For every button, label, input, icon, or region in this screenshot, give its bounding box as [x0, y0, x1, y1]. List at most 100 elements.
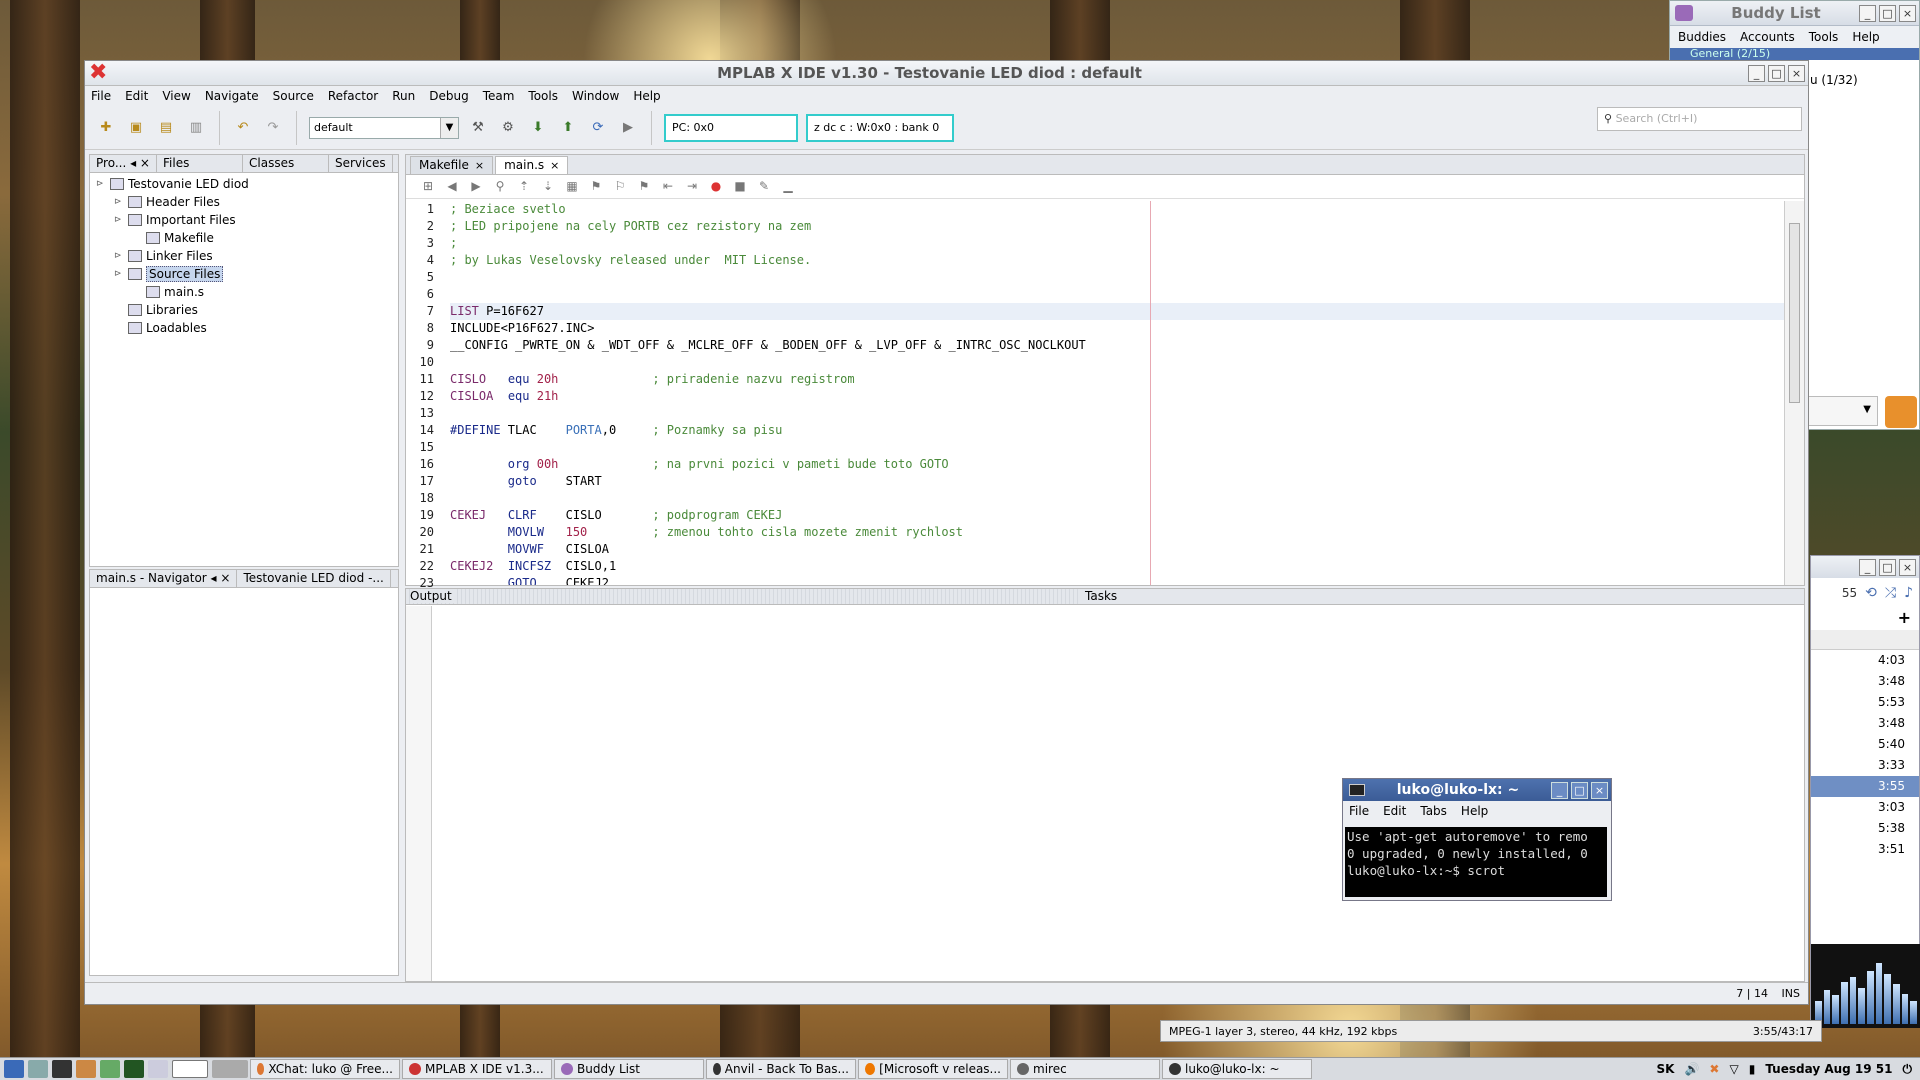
menu-view[interactable]: View	[162, 89, 190, 103]
close-button[interactable]: ×	[1591, 781, 1608, 799]
menu-source[interactable]: Source	[273, 89, 314, 103]
scrollbar-thumb[interactable]	[1789, 223, 1800, 403]
menu-file[interactable]: File	[91, 89, 111, 103]
tab-navigator[interactable]: main.s - Navigator ◂ ×	[90, 570, 238, 587]
close-button[interactable]: ×	[1899, 4, 1916, 22]
playlist-row[interactable]: 5:38	[1811, 818, 1919, 839]
tree-item[interactable]: main.s	[90, 283, 398, 301]
minimize-button[interactable]: _	[1551, 781, 1568, 799]
taskbar-task[interactable]: XChat: luko @ Free...	[250, 1059, 400, 1079]
menu-run[interactable]: Run	[392, 89, 415, 103]
clock[interactable]: Tuesday Aug 19 51	[1765, 1062, 1892, 1076]
uncomment-icon[interactable]: ▁	[780, 179, 796, 195]
battery-icon[interactable]: ▮	[1749, 1062, 1756, 1076]
repeat-icon[interactable]: ⟲	[1865, 585, 1877, 601]
menu-tools[interactable]: Tools	[1809, 30, 1839, 44]
workspace-1[interactable]	[172, 1060, 208, 1078]
show-desktop-icon[interactable]	[28, 1060, 48, 1078]
shuffle-icon[interactable]: ⤮	[1885, 585, 1896, 601]
editor-scrollbar[interactable]	[1784, 201, 1804, 585]
prev-bookmark-icon[interactable]: ⚑	[588, 179, 604, 195]
playlist-row[interactable]: 3:48	[1811, 713, 1919, 734]
read-device-icon[interactable]: ⬆	[557, 117, 579, 139]
source-history-icon[interactable]: ⊞	[420, 179, 436, 195]
maximize-button[interactable]: □	[1571, 781, 1588, 799]
xchat-tray-icon[interactable]: ✖	[1709, 1062, 1719, 1076]
tab-main-s[interactable]: main.s ×	[495, 156, 569, 174]
tree-item[interactable]: Libraries	[90, 301, 398, 319]
tab-output[interactable]: Output	[406, 589, 1081, 604]
media-launcher-icon[interactable]	[100, 1060, 120, 1078]
shift-right-icon[interactable]: ⇥	[684, 179, 700, 195]
tree-item[interactable]: ⊳ Source Files	[90, 265, 398, 283]
code-line[interactable]: LIST P=16F627	[450, 303, 1784, 320]
code-line[interactable]: ; LED pripojene na cely PORTB cez rezist…	[450, 218, 1784, 235]
redo-icon[interactable]: ↷	[262, 117, 284, 139]
close-tab-icon[interactable]: ×	[475, 159, 484, 172]
find-previous-icon[interactable]: ⇡	[516, 179, 532, 195]
playlist-row[interactable]: 5:40	[1811, 734, 1919, 755]
record-macro-icon[interactable]: ●	[708, 179, 724, 195]
playlist-row[interactable]: 3:03	[1811, 797, 1919, 818]
menu-tabs[interactable]: Tabs	[1420, 804, 1447, 818]
toggle-highlight-icon[interactable]: ▦	[564, 179, 580, 195]
make-program-icon[interactable]: ⬇	[527, 117, 549, 139]
menu-file[interactable]: File	[1349, 804, 1369, 818]
search-input[interactable]: ⚲ Search (Ctrl+I)	[1597, 107, 1802, 131]
file-manager-icon[interactable]	[76, 1060, 96, 1078]
tree-item[interactable]: ⊳ Linker Files	[90, 247, 398, 265]
taskbar-task[interactable]: [Microsoft v releas...	[858, 1059, 1008, 1079]
maximize-button[interactable]: □	[1768, 64, 1785, 82]
code-line[interactable]: CEKEJ2 INCFSZ CISLO,1	[450, 558, 1784, 575]
expand-icon[interactable]: ⊳	[114, 269, 124, 279]
code-line[interactable]: goto START	[450, 473, 1784, 490]
comment-icon[interactable]: ✎	[756, 179, 772, 195]
menu-edit[interactable]: Edit	[125, 89, 148, 103]
tree-item[interactable]: ⊳ Testovanie LED diod	[90, 175, 398, 193]
playlist-row[interactable]: 3:55	[1811, 776, 1919, 797]
taskbar-task[interactable]: Anvil - Back To Bas...	[706, 1059, 856, 1079]
reset-icon[interactable]: ⟳	[587, 117, 609, 139]
terminal-launcher-icon[interactable]	[52, 1060, 72, 1078]
code-line[interactable]: ; by Lukas Veselovsky released under MIT…	[450, 252, 1784, 269]
expand-icon[interactable]: ⊳	[96, 179, 106, 189]
code-line[interactable]: org 00h ; na prvni pozici v pameti bude …	[450, 456, 1784, 473]
code-line[interactable]	[450, 269, 1784, 286]
menu-navigate[interactable]: Navigate	[205, 89, 259, 103]
expand-icon[interactable]: ⊳	[114, 251, 124, 261]
menu-help[interactable]: Help	[633, 89, 660, 103]
tree-item[interactable]: ⊳ Header Files	[90, 193, 398, 211]
menu-refactor[interactable]: Refactor	[328, 89, 378, 103]
menu-buddies[interactable]: Buddies	[1678, 30, 1726, 44]
start-menu-icon[interactable]	[4, 1060, 24, 1078]
menu-debug[interactable]: Debug	[429, 89, 468, 103]
menu-tools[interactable]: Tools	[528, 89, 558, 103]
console-icon[interactable]	[124, 1060, 144, 1078]
playlist-row[interactable]: 3:51	[1811, 839, 1919, 860]
close-button[interactable]: ×	[1899, 558, 1916, 576]
workspace-icon[interactable]	[148, 1060, 168, 1078]
media-player-titlebar[interactable]: _ □ ×	[1811, 556, 1919, 578]
ide-titlebar[interactable]: ✖ MPLAB X IDE v1.30 - Testovanie LED dio…	[85, 61, 1808, 86]
new-file-icon[interactable]: ✚	[95, 117, 117, 139]
buddy-group-general[interactable]: General (2/15)	[1670, 48, 1919, 60]
code-line[interactable]: #DEFINE TLAC PORTA,0 ; Poznamky sa pisu	[450, 422, 1784, 439]
tab-classes[interactable]: Classes	[243, 155, 329, 172]
minimize-button[interactable]: _	[1859, 558, 1876, 576]
new-project-icon[interactable]: ▣	[125, 117, 147, 139]
menu-help[interactable]: Help	[1461, 804, 1488, 818]
taskbar-task[interactable]: mirec	[1010, 1059, 1160, 1079]
minimize-button[interactable]: _	[1748, 64, 1765, 82]
find-next-icon[interactable]: ⇣	[540, 179, 556, 195]
terminal-screen[interactable]: Use 'apt-get autoremove' to remo 0 upgrad…	[1345, 827, 1607, 897]
menu-edit[interactable]: Edit	[1383, 804, 1406, 818]
code-area[interactable]: 1234567891011121314151617181920212223242…	[406, 201, 1784, 726]
next-bookmark-icon[interactable]: ⚐	[612, 179, 628, 195]
shift-left-icon[interactable]: ⇤	[660, 179, 676, 195]
taskbar-task[interactable]: luko@luko-lx: ~	[1162, 1059, 1312, 1079]
tree-item[interactable]: ⊳ Important Files	[90, 211, 398, 229]
close-button[interactable]: ×	[1788, 64, 1805, 82]
menu-window[interactable]: Window	[572, 89, 619, 103]
code-line[interactable]: __CONFIG _PWRTE_ON & _WDT_OFF & _MCLRE_O…	[450, 337, 1784, 354]
code-line[interactable]: MOVWF CISLOA	[450, 541, 1784, 558]
